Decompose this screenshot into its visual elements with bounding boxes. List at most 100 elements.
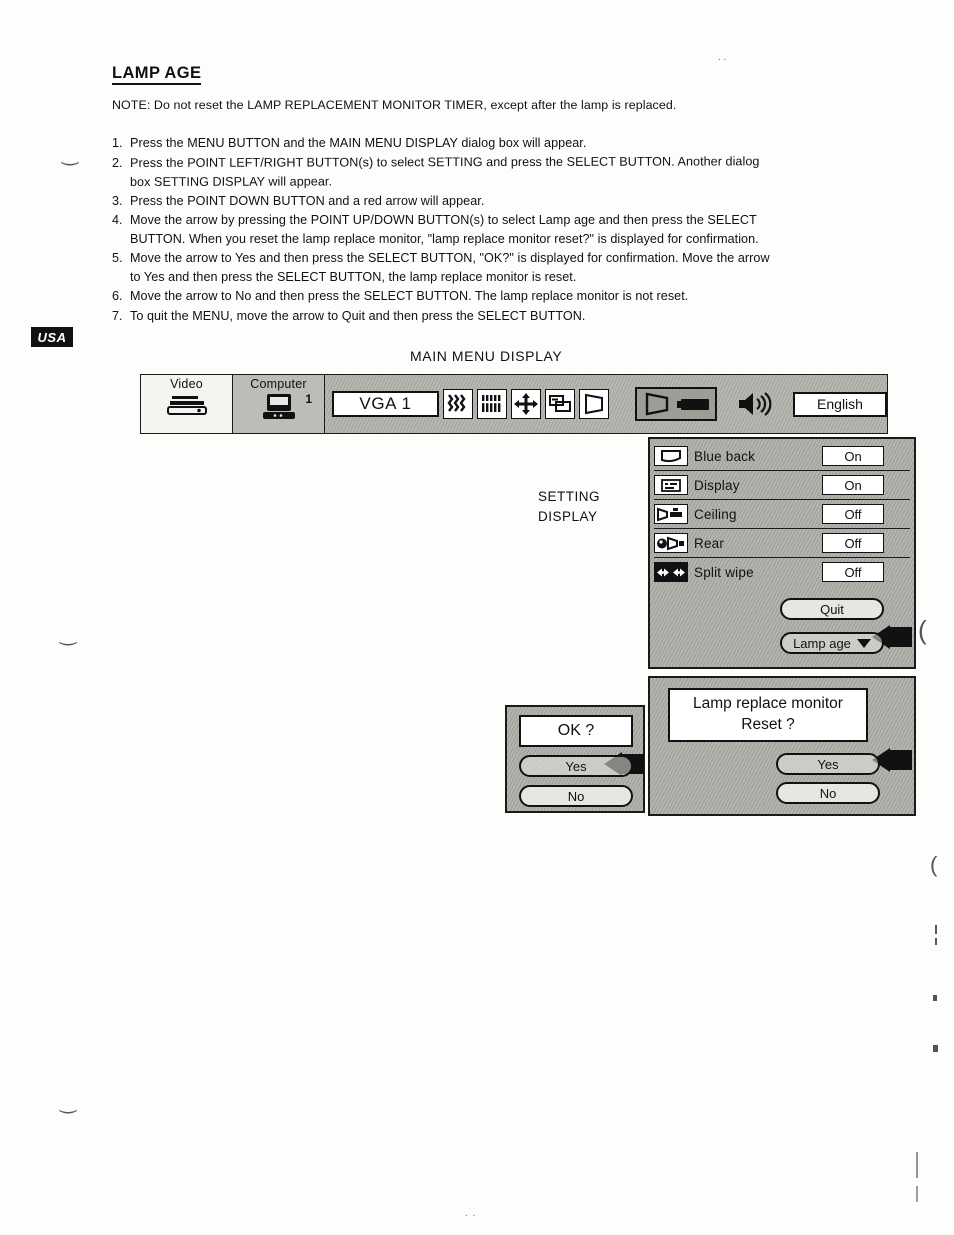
language-value-display[interactable]: English — [793, 391, 887, 417]
instruction-step-line: Press the MENU BUTTON and the MAIN MENU … — [130, 136, 587, 150]
scan-speck-4 — [933, 1045, 938, 1052]
instruction-step-number: 7. — [112, 308, 123, 323]
setting-row-split-wipe-label: Split wipe — [694, 564, 754, 580]
setting-row-ceiling-value[interactable]: Off — [822, 504, 884, 524]
image-adjust-icon[interactable] — [545, 389, 575, 419]
setting-row-blue-back-label: Blue back — [694, 448, 756, 464]
menu-tab-computer[interactable]: Computer 1 — [233, 375, 325, 433]
setting-row-ceiling[interactable]: Ceiling Off — [654, 500, 910, 529]
setting-row-blue-back-value[interactable]: On — [822, 446, 884, 466]
instruction-step-line: Move the arrow by pressing the POINT UP/… — [130, 213, 757, 227]
setting-row-split-wipe[interactable]: Split wipe Off — [654, 558, 910, 586]
menu-tab-computer-label: Computer — [250, 377, 307, 391]
instruction-step: 6. Move the arrow to No and then press th… — [112, 287, 912, 306]
lamp-reset-dialog-message-line1: Lamp replace monitor — [693, 695, 843, 713]
instruction-step-number: 5. — [112, 251, 123, 265]
setting-row-display[interactable]: Display On — [654, 471, 910, 500]
scan-artifact-margin-5: ( — [930, 852, 938, 877]
lamp-reset-dialog-message: Lamp replace monitor Reset ? — [668, 688, 868, 742]
instruction-step-number: 4. — [112, 213, 123, 227]
scan-speck-1 — [935, 925, 937, 934]
scan-speck-3 — [933, 995, 937, 1001]
instruction-step: 1. Press the MENU BUTTON and the MAIN MEN… — [112, 134, 912, 153]
instruction-steps: 1. Press the MENU BUTTON and the MAIN MEN… — [112, 134, 912, 326]
screen-icon[interactable] — [579, 389, 609, 419]
menu-tab-computer-superscript: 1 — [305, 392, 312, 406]
instruction-step: 2. Press the POINT LEFT/RIGHT BUTTON(s) t… — [112, 154, 912, 191]
scan-artifact-bottom: . . — [465, 1208, 477, 1219]
scan-artifact-margin-2: ‿ — [60, 624, 77, 646]
setting-display-caption-line1: SETTING — [538, 489, 601, 504]
scan-artifact-margin-3: ‿ — [60, 1092, 77, 1114]
instruction-step-body: Move the arrow to Yes and then press the… — [130, 249, 912, 286]
instruction-step-number: 3. — [112, 193, 123, 208]
total-dots-icon[interactable] — [477, 389, 507, 419]
instruction-step-number: 1. — [112, 136, 123, 150]
instruction-step-line: box SETTING DISPLAY will appear. — [130, 173, 333, 188]
display-icon — [654, 475, 688, 495]
instruction-step-number: 2. — [112, 155, 123, 170]
rear-icon — [654, 533, 688, 553]
setting-display-panel: Blue back On Display On Ceiling Off Rear… — [648, 437, 916, 669]
instruction-step-body: Move the arrow to No and then press the … — [130, 287, 912, 306]
setting-row-rear-label: Rear — [694, 535, 725, 551]
lamp-reset-yes-button[interactable]: Yes — [776, 753, 880, 775]
setting-row-rear[interactable]: Rear Off — [654, 529, 910, 558]
lamp-reset-dialog-message-line2: Reset ? — [741, 716, 795, 733]
instruction-step-line: To quit the MENU, move the arrow to Quit… — [130, 308, 586, 323]
split-wipe-icon — [654, 562, 688, 582]
instruction-step: 7. To quit the MENU, move the arrow to Qu… — [112, 307, 912, 326]
lamp-icon — [677, 398, 709, 410]
instruction-step-body: To quit the MENU, move the arrow to Quit… — [130, 307, 912, 326]
menu-tab-video-label: Video — [170, 377, 203, 391]
fine-sync-icon[interactable] — [443, 389, 473, 419]
ceiling-icon — [654, 504, 688, 524]
ok-confirm-yes-button[interactable]: Yes — [519, 755, 633, 777]
instruction-step-body: Press the POINT LEFT/RIGHT BUTTON(s) to … — [130, 151, 912, 190]
menu-icon-group: VGA 1 English — [325, 375, 887, 433]
scan-artifact-top: . . — [718, 52, 727, 63]
instruction-step-body: Press the MENU BUTTON and the MAIN MENU … — [130, 134, 912, 153]
ok-confirm-no-button[interactable]: No — [519, 785, 633, 807]
scan-artifact-margin-4: ( — [918, 615, 927, 645]
quit-button-row: Quit — [654, 598, 910, 620]
scan-speck-2 — [935, 938, 937, 945]
lamp-reset-dialog: Lamp replace monitor Reset ? Yes No — [648, 676, 916, 816]
setting-row-display-value[interactable]: On — [822, 475, 884, 495]
instruction-step-line: Move the arrow to No and then press the … — [130, 289, 689, 303]
menu-tab-video[interactable]: Video — [141, 375, 233, 433]
quit-button[interactable]: Quit — [780, 598, 884, 620]
blue-back-icon — [654, 446, 688, 466]
instruction-step: 5. Move the arrow to Yes and then press t… — [112, 249, 912, 286]
instruction-step-body: Press the POINT DOWN BUTTON and a red ar… — [130, 192, 912, 211]
instruction-step: 3. Press the POINT DOWN BUTTON and a red … — [112, 192, 912, 211]
computer-monitor-icon — [261, 393, 297, 426]
speaker-icon[interactable] — [737, 391, 775, 417]
setting-row-split-wipe-value[interactable]: Off — [822, 562, 884, 582]
lamp-age-button-label: Lamp age — [793, 635, 851, 651]
setting-row-ceiling-label: Ceiling — [694, 506, 737, 522]
setting-row-rear-value[interactable]: Off — [822, 533, 884, 553]
note-paragraph: NOTE: Do not reset the LAMP REPLACEMENT … — [112, 98, 677, 112]
source-value-display[interactable]: VGA 1 — [332, 391, 439, 417]
figure-title: MAIN MENU DISPLAY — [410, 348, 563, 364]
projector-screen-icon — [643, 392, 673, 416]
chevron-down-icon — [856, 638, 871, 648]
scan-speck-5 — [916, 1152, 918, 1178]
lamp-age-button-row: Lamp age — [654, 632, 910, 654]
ok-confirm-dialog-message: OK ? — [519, 715, 633, 747]
instruction-step-line: to Yes and then press the SELECT BUTTON,… — [130, 269, 577, 284]
lamp-age-button[interactable]: Lamp age — [780, 632, 884, 654]
setting-menu-selected-group[interactable] — [635, 387, 717, 421]
instruction-step-number: 6. — [112, 289, 123, 303]
lamp-reset-no-button[interactable]: No — [776, 782, 880, 804]
video-deck-icon — [166, 395, 208, 422]
setting-row-blue-back[interactable]: Blue back On — [654, 442, 910, 471]
main-menu-bar: Video Computer 1 VGA 1 English — [140, 374, 888, 434]
position-icon[interactable] — [511, 389, 541, 419]
page-title: LAMP AGE — [112, 64, 202, 86]
instruction-step-line: BUTTON. When you reset the lamp replace … — [130, 231, 759, 246]
instruction-step-line: Press the POINT DOWN BUTTON and a red ar… — [130, 193, 485, 208]
setting-display-caption: SETTING DISPLAY — [538, 487, 600, 526]
ok-confirm-dialog: OK ? Yes No — [505, 705, 645, 813]
